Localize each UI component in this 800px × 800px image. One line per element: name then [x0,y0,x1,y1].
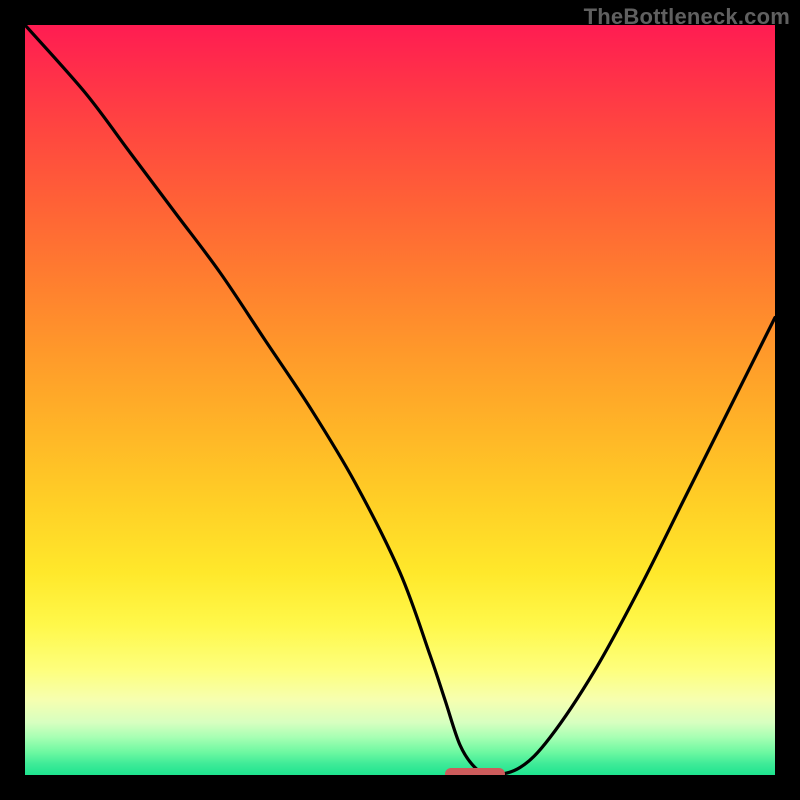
chart-frame: TheBottleneck.com [0,0,800,800]
plot-area [25,25,775,775]
bottleneck-curve [25,25,775,775]
optimal-marker [445,768,505,775]
watermark-text: TheBottleneck.com [584,4,790,30]
